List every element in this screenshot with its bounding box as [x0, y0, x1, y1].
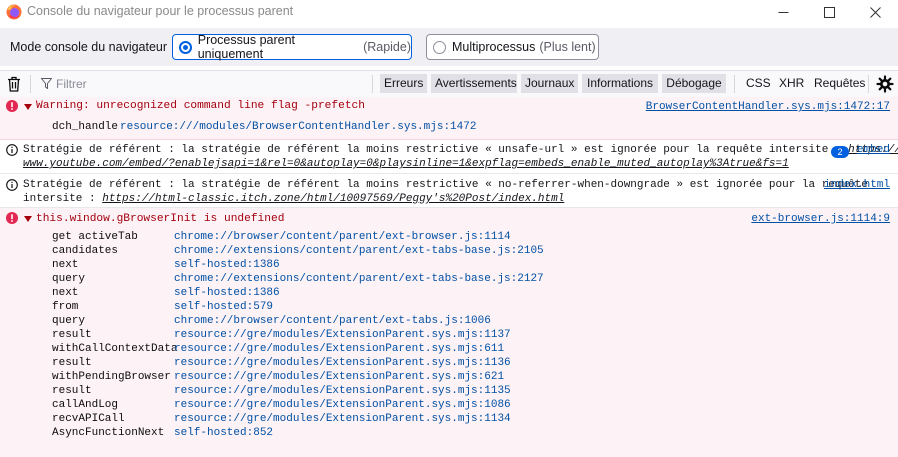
- filter-input[interactable]: [55, 75, 356, 93]
- filter-css-button[interactable]: CSS: [746, 74, 771, 93]
- console-message-info[interactable]: Stratégie de référent : la stratégie de …: [0, 140, 898, 174]
- stack-function: dch_handle: [52, 121, 119, 133]
- maximize-button[interactable]: [806, 0, 852, 24]
- close-window-button[interactable]: [852, 0, 898, 24]
- filter-warnings-button[interactable]: Avertissements: [431, 74, 517, 93]
- toolbar-divider: [30, 75, 31, 93]
- trash-icon[interactable]: [7, 76, 21, 92]
- stack-function: candidates: [52, 245, 119, 257]
- filter-requests-button[interactable]: Requêtes: [814, 74, 865, 93]
- error-icon: [6, 212, 18, 224]
- minimize-button[interactable]: [760, 0, 806, 24]
- console-message-error[interactable]: Warning: unrecognized command line flag …: [0, 97, 898, 140]
- stack-location-link[interactable]: resource://gre/modules/ExtensionParent.s…: [174, 343, 504, 355]
- stack-function: next: [52, 259, 79, 271]
- filter-icon: [41, 78, 52, 89]
- filter-logs-button[interactable]: Journaux: [521, 74, 578, 93]
- stack-location-link[interactable]: resource://gre/modules/ExtensionParent.s…: [174, 413, 511, 425]
- mode-label: Mode console du navigateur: [10, 40, 168, 54]
- stack-function: withCallContextData: [52, 343, 178, 355]
- toolbar-divider: [372, 75, 373, 93]
- filter-xhr-button[interactable]: XHR: [779, 74, 804, 93]
- title-bar: Console du navigateur pour le processus …: [0, 0, 898, 24]
- stack-function: query: [52, 273, 86, 285]
- stack-location-link[interactable]: resource:///modules/BrowserContentHandle…: [120, 121, 476, 133]
- message-text: Stratégie de référent : la stratégie de …: [23, 143, 898, 157]
- stack-function: result: [52, 357, 92, 369]
- filter-debug-button[interactable]: Débogage: [662, 74, 726, 93]
- parent-process-only-option[interactable]: Processus parent uniquement (Rapide): [172, 33, 412, 61]
- message-text-part: Stratégie de référent : la stratégie de …: [23, 144, 849, 156]
- expand-twisty-icon[interactable]: [24, 216, 32, 222]
- stack-location-link[interactable]: resource://gre/modules/ExtensionParent.s…: [174, 385, 511, 397]
- info-icon: [6, 144, 18, 156]
- console-toolbar: Erreurs Avertissements Journaux Informat…: [0, 70, 898, 98]
- console-message-info[interactable]: Stratégie de référent : la stratégie de …: [0, 174, 898, 208]
- stack-function: next: [52, 287, 79, 299]
- stack-function: from: [52, 301, 79, 313]
- option-hint: (Plus lent): [539, 40, 596, 54]
- stack-location-link[interactable]: resource://gre/modules/ExtensionParent.s…: [174, 399, 511, 411]
- message-source-link[interactable]: BrowserContentHandler.sys.mjs:1472:17: [646, 101, 890, 113]
- message-url-link[interactable]: www.youtube.com/embed/?enablejsapi=1&rel…: [23, 158, 789, 170]
- repeat-count-badge: 2: [831, 146, 849, 158]
- stack-location-link[interactable]: self-hosted:1386: [174, 259, 280, 271]
- toolbar-divider: [868, 75, 869, 93]
- stack-function: query: [52, 315, 86, 327]
- browser-console-mode-bar: Mode console du navigateur Processus par…: [0, 28, 898, 66]
- stack-location-link[interactable]: self-hosted:1386: [174, 287, 280, 299]
- message-source-link[interactable]: ext-browser.js:1114:9: [751, 213, 890, 225]
- gear-icon[interactable]: [876, 75, 894, 93]
- stack-location-link[interactable]: self-hosted:579: [174, 301, 273, 313]
- option-label: Processus parent uniquement: [197, 33, 296, 61]
- maximize-icon: [823, 6, 835, 18]
- stack-function: result: [52, 385, 92, 397]
- message-url-link[interactable]: https://html-classic.itch.zone/html/1009…: [102, 193, 564, 205]
- option-hint: (Rapide): [363, 40, 411, 54]
- message-text: Warning: unrecognized command line flag …: [36, 100, 365, 112]
- multiprocess-option[interactable]: Multiprocessus (Plus lent): [426, 34, 599, 60]
- stack-location-link[interactable]: chrome://browser/content/parent/ext-brow…: [174, 231, 511, 243]
- error-icon: [6, 100, 18, 112]
- stack-location-link[interactable]: self-hosted:852: [174, 427, 273, 439]
- stack-location-link[interactable]: resource://gre/modules/ExtensionParent.s…: [174, 371, 504, 383]
- stack-location-link[interactable]: chrome://extensions/content/parent/ext-t…: [174, 273, 544, 285]
- message-text: this.window.gBrowserInit is undefined: [36, 213, 285, 225]
- radio-unselected-icon: [433, 40, 446, 54]
- console-message-error[interactable]: this.window.gBrowserInit is undefined ex…: [0, 208, 898, 457]
- window-title: Console du navigateur pour le processus …: [27, 4, 294, 18]
- message-text-part: intersite :: [23, 193, 103, 205]
- stack-function: get activeTab: [52, 231, 138, 243]
- message-source-link[interactable]: index.html: [824, 179, 890, 191]
- firefox-icon: [6, 4, 22, 20]
- close-icon: [869, 6, 881, 18]
- stack-location-link[interactable]: chrome://extensions/content/parent/ext-t…: [174, 245, 544, 257]
- option-label: Multiprocessus: [452, 40, 536, 54]
- stack-function: callAndLog: [52, 399, 119, 411]
- stack-function: withPendingBrowser: [52, 371, 171, 383]
- console-output: Warning: unrecognized command line flag …: [0, 97, 898, 457]
- stack-location-link[interactable]: chrome://browser/content/parent/ext-tabs…: [174, 315, 491, 327]
- info-icon: [6, 179, 18, 191]
- minimize-icon: [778, 11, 788, 13]
- filter-info-button[interactable]: Informations: [582, 74, 658, 93]
- stack-function: recvAPICall: [52, 413, 125, 425]
- filter-errors-button[interactable]: Erreurs: [380, 74, 427, 93]
- stack-function: AsyncFunctionNext: [52, 427, 165, 439]
- message-text-line2: www.youtube.com/embed/?enablejsapi=1&rel…: [23, 157, 789, 171]
- message-text: Stratégie de référent : la stratégie de …: [23, 179, 868, 191]
- message-text-line2: intersite : https://html-classic.itch.zo…: [23, 192, 564, 206]
- stack-location-link[interactable]: resource://gre/modules/ExtensionParent.s…: [174, 329, 511, 341]
- toolbar-divider: [734, 75, 735, 93]
- message-source-link[interactable]: embed: [857, 144, 890, 156]
- stack-location-link[interactable]: resource://gre/modules/ExtensionParent.s…: [174, 357, 511, 369]
- expand-twisty-icon[interactable]: [24, 104, 32, 110]
- radio-selected-icon: [179, 40, 192, 54]
- stack-function: result: [52, 329, 92, 341]
